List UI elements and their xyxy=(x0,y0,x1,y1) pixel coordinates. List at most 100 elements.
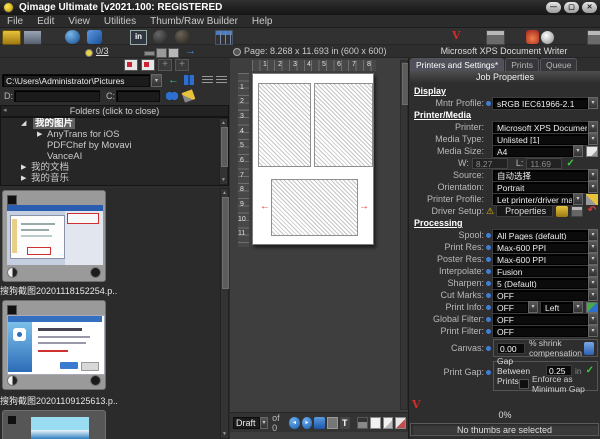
resize-arrow-left-icon[interactable]: ← xyxy=(260,203,270,211)
driver-printer-icon[interactable] xyxy=(571,206,583,217)
info-dot-icon[interactable] xyxy=(486,281,491,286)
tree-item-documents[interactable]: ▶ 我的文档 xyxy=(1,162,228,173)
d-filter-input[interactable] xyxy=(14,90,100,102)
dropdown-button[interactable]: ▾ xyxy=(588,97,598,109)
tree-item-music[interactable]: ▶ 我的音乐 xyxy=(1,173,228,184)
canvas-icon[interactable] xyxy=(584,342,594,355)
settings-wrench-icon[interactable] xyxy=(182,89,196,102)
driver-properties-button[interactable]: Properties xyxy=(496,205,553,217)
dropdown-button[interactable]: ▾ xyxy=(588,241,598,253)
search-binoculars-icon[interactable] xyxy=(166,91,178,101)
next-page-button[interactable]: ▸ xyxy=(302,417,313,429)
printer-profile-select[interactable]: Let printer/driver manage color xyxy=(493,194,573,205)
tree-scrollbar[interactable]: ▲ ▼ xyxy=(219,118,228,185)
expanded-arrow-icon[interactable]: ◢ xyxy=(21,118,26,129)
dropdown-button[interactable]: ▾ xyxy=(573,193,583,205)
media-size-select[interactable]: A4 xyxy=(493,146,573,157)
menu-file[interactable]: File xyxy=(0,16,30,27)
minimize-button[interactable]: — xyxy=(546,2,561,13)
thumb-size-medium-icon[interactable] xyxy=(156,48,167,58)
filter-dot-icon[interactable] xyxy=(85,49,93,57)
info-dot-icon[interactable] xyxy=(486,269,491,274)
add-2-button[interactable]: + xyxy=(175,59,189,71)
menu-help[interactable]: Help xyxy=(245,16,280,27)
image-preview-2-icon[interactable] xyxy=(141,59,155,71)
printer-select[interactable]: Microsoft XPS Document Writer xyxy=(493,122,588,133)
interpolate-select[interactable]: Fusion xyxy=(493,266,588,277)
size-ok-check-icon[interactable]: ✓ xyxy=(566,158,574,169)
dropdown-button[interactable]: ▾ xyxy=(528,301,538,313)
print-res-select[interactable]: Max-600 PPI xyxy=(493,242,588,253)
tree-item-anytrans[interactable]: ▶ AnyTrans for iOS xyxy=(1,129,228,140)
tab-printers-and-settings[interactable]: Printers and Settings* xyxy=(410,58,504,72)
thumbnail-image[interactable] xyxy=(31,417,89,439)
scroll-down-icon[interactable]: ▼ xyxy=(220,177,227,183)
info-dot-icon[interactable] xyxy=(486,317,491,322)
thumbnail-card-1[interactable] xyxy=(2,190,106,282)
dropdown-button[interactable]: ▾ xyxy=(588,265,598,277)
dropdown-button[interactable]: ▾ xyxy=(588,289,598,301)
dropdown-button[interactable]: ▾ xyxy=(588,277,598,289)
collapsed-arrow-icon[interactable]: ▶ xyxy=(37,129,42,140)
title-bar[interactable]: Qimage Ultimate [v2021.100: REGISTERED —… xyxy=(0,0,600,15)
print-box-2[interactable] xyxy=(314,83,373,167)
print-filter-select[interactable]: OFF xyxy=(493,326,588,337)
media-type-select[interactable]: Unlisted [1] xyxy=(493,134,588,145)
collapsed-arrow-icon[interactable]: ▶ xyxy=(21,162,26,173)
printer2-icon[interactable] xyxy=(587,30,600,45)
width-input[interactable]: 8.27 xyxy=(472,158,508,169)
save-monitor-icon[interactable] xyxy=(23,30,42,45)
poster-res-select[interactable]: Max-600 PPI xyxy=(493,254,588,265)
sort-list-icon[interactable] xyxy=(202,76,213,85)
goto-arrow-icon[interactable]: → xyxy=(185,45,196,57)
custom-size-icon[interactable] xyxy=(586,146,598,157)
back-arrow-icon[interactable]: ← xyxy=(168,74,179,86)
quality-select[interactable]: Draft xyxy=(233,417,260,429)
linkedin-icon[interactable]: in xyxy=(130,30,147,45)
info-dot-icon[interactable] xyxy=(486,329,491,334)
thumbnail-card-2[interactable] xyxy=(2,300,106,390)
clock-icon[interactable] xyxy=(540,30,555,45)
info-dot-icon[interactable] xyxy=(486,346,491,351)
collapse-icon[interactable]: ◂ xyxy=(3,106,7,116)
c-filter-input[interactable] xyxy=(116,90,160,102)
dropdown-button[interactable]: ▾ xyxy=(588,133,598,145)
dropdown-button[interactable]: ▾ xyxy=(573,145,583,157)
thumb-select-button[interactable] xyxy=(90,375,101,386)
open-folder-icon[interactable] xyxy=(2,30,21,45)
enforce-min-gap-checkbox[interactable] xyxy=(519,379,529,389)
hot-folder-icon[interactable] xyxy=(526,30,539,44)
page-list-button[interactable] xyxy=(314,417,325,429)
thumb-checkbox[interactable] xyxy=(7,195,17,205)
path-dropdown-button[interactable]: ▾ xyxy=(151,74,162,87)
image-view-button[interactable] xyxy=(327,417,338,429)
print-info-select[interactable]: OFF xyxy=(493,302,528,313)
info-dot-icon[interactable] xyxy=(486,257,491,262)
cut-marks-select[interactable]: OFF xyxy=(493,290,588,301)
tree-item-label[interactable]: AnyTrans for iOS xyxy=(47,129,120,140)
quality-dropdown-button[interactable]: ▾ xyxy=(260,417,268,429)
print-page-button[interactable] xyxy=(357,417,368,429)
scrollbar-thumb[interactable] xyxy=(221,127,228,167)
thumb-rotate-button[interactable] xyxy=(7,375,18,386)
scroll-up-icon[interactable]: ▲ xyxy=(220,120,227,126)
camera-icon[interactable] xyxy=(65,30,80,44)
menu-edit[interactable]: Edit xyxy=(30,16,61,27)
print-info-image-icon[interactable] xyxy=(586,302,598,313)
dropdown-button[interactable]: ▾ xyxy=(588,229,598,241)
tree-item-label[interactable]: VanceAI xyxy=(47,151,82,162)
sphere2-icon[interactable] xyxy=(175,30,190,44)
scroll-down-icon[interactable]: ▼ xyxy=(221,431,228,437)
sphere-icon[interactable] xyxy=(153,30,168,44)
thumb-rotate-button[interactable] xyxy=(7,267,18,278)
info-dot-icon[interactable] xyxy=(486,233,491,238)
dropdown-button[interactable]: ▾ xyxy=(588,181,598,193)
pause-book-icon[interactable] xyxy=(184,75,194,85)
profile-wrench-icon[interactable] xyxy=(586,194,598,205)
source-select[interactable]: 自动选择 xyxy=(493,170,588,181)
page-canvas[interactable]: ← → xyxy=(252,73,374,245)
print-info-position-select[interactable]: Left xyxy=(541,302,573,313)
folders-header[interactable]: ◂ Folders (click to close) xyxy=(0,105,229,117)
new-page-button[interactable] xyxy=(370,417,381,429)
thumbnail-grid-icon[interactable] xyxy=(215,30,233,45)
